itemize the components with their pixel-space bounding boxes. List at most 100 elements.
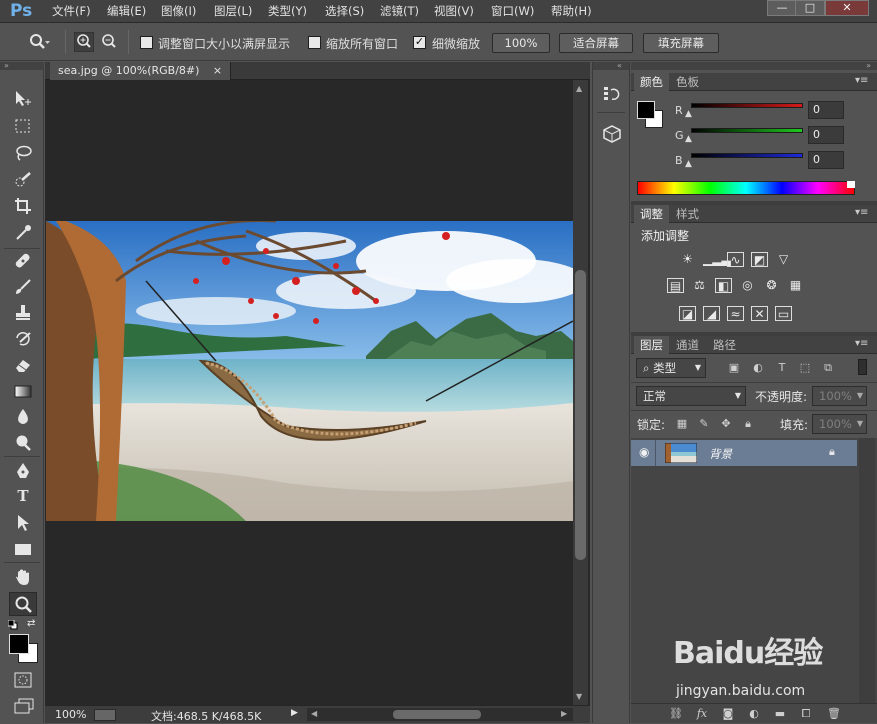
eraser-tool-icon[interactable]: [14, 356, 32, 374]
3d-panel-icon[interactable]: [602, 124, 622, 144]
close-window-button[interactable]: ✕: [825, 0, 869, 16]
horizontal-scroll-thumb[interactable]: [393, 710, 481, 719]
gradient-map-icon[interactable]: ▭: [775, 306, 792, 321]
blend-mode-dropdown[interactable]: 正常 ▼: [636, 386, 746, 406]
layer-name[interactable]: 背景: [709, 446, 732, 462]
scroll-up-icon[interactable]: ▲: [576, 84, 582, 93]
clone-stamp-tool-icon[interactable]: [14, 304, 32, 322]
opacity-field[interactable]: 100% ▼: [812, 386, 867, 406]
rectangle-tool-icon[interactable]: [14, 540, 32, 558]
panels-collapse-icon[interactable]: »: [631, 62, 877, 70]
pen-tool-icon[interactable]: [14, 462, 32, 480]
zoom-tool-active[interactable]: [9, 592, 37, 616]
channel-r-slider[interactable]: [691, 103, 803, 108]
scrubby-zoom-checkbox[interactable]: ✓: [413, 36, 426, 49]
layer-filter-dropdown[interactable]: ⌕ 类型 ▼: [636, 358, 706, 378]
eyedropper-tool-icon[interactable]: [14, 224, 32, 242]
spectrum-white-chip[interactable]: [847, 181, 855, 188]
status-preview-icon[interactable]: [94, 709, 116, 721]
link-layers-icon[interactable]: ⛓: [669, 707, 683, 721]
curves-icon[interactable]: ∿: [727, 252, 744, 267]
layer-row[interactable]: ◉ 背景 🔒︎: [631, 440, 857, 466]
filter-shape-icon[interactable]: ⬚: [798, 361, 812, 375]
swap-colors-icon[interactable]: ⇄: [27, 618, 35, 629]
resize-windows-checkbox[interactable]: [140, 36, 153, 49]
menu-edit[interactable]: 编辑(E): [107, 0, 146, 22]
menu-view[interactable]: 视图(V): [434, 0, 474, 22]
tab-channels[interactable]: 通道: [670, 336, 705, 354]
fill-field[interactable]: 100% ▼: [812, 414, 867, 434]
zoom-level[interactable]: 100%: [55, 708, 86, 721]
eye-icon[interactable]: ◉: [639, 445, 649, 459]
zoom-100-button[interactable]: 100%: [492, 33, 550, 53]
scroll-left-icon[interactable]: ◀: [311, 709, 317, 718]
menu-layer[interactable]: 图层(L): [214, 0, 252, 22]
zoom-in-icon[interactable]: [74, 32, 94, 52]
channel-r-thumb-icon[interactable]: ▲: [685, 109, 692, 119]
quick-selection-tool-icon[interactable]: [14, 171, 32, 189]
color-lookup-icon[interactable]: ▦: [787, 278, 804, 293]
menu-select[interactable]: 选择(S): [325, 0, 364, 22]
panel-menu-icon[interactable]: ▾≡: [855, 338, 868, 349]
channel-g-slider[interactable]: [691, 128, 803, 133]
strip-collapse-icon[interactable]: «: [593, 62, 629, 70]
maximize-button[interactable]: □: [795, 0, 825, 16]
close-tab-icon[interactable]: ×: [213, 64, 222, 77]
tab-color[interactable]: 颜色: [634, 73, 669, 91]
exposure-icon[interactable]: ◩: [751, 252, 768, 267]
new-layer-icon[interactable]: ⧠: [799, 707, 813, 721]
delete-layer-icon[interactable]: 🗑︎: [827, 707, 841, 721]
document-tab[interactable]: sea.jpg @ 100%(RGB/8#) ×: [50, 62, 232, 80]
levels-icon[interactable]: ▁▂▃: [703, 252, 731, 267]
lasso-tool-icon[interactable]: [14, 144, 32, 162]
channel-g-thumb-icon[interactable]: ▲: [685, 134, 692, 144]
lock-transparent-icon[interactable]: ▦: [675, 417, 689, 431]
threshold-icon[interactable]: ≈: [727, 306, 744, 321]
scroll-right-icon[interactable]: ▶: [561, 709, 567, 718]
black-white-icon[interactable]: ◧: [715, 278, 732, 293]
channel-r-value[interactable]: 0: [808, 101, 844, 119]
lock-all-icon[interactable]: 🔒︎: [741, 417, 755, 431]
gradient-tool-icon[interactable]: [14, 382, 32, 400]
vibrance-icon[interactable]: ▽: [775, 252, 792, 267]
menu-image[interactable]: 图像(I): [161, 0, 196, 22]
zoom-tool-preset-icon[interactable]: [28, 33, 50, 51]
zoom-out-icon[interactable]: [99, 32, 119, 52]
add-mask-icon[interactable]: ◙: [721, 707, 735, 721]
minimize-button[interactable]: —: [767, 0, 797, 16]
panel-menu-icon[interactable]: ▾≡: [855, 75, 868, 86]
new-adjustment-layer-icon[interactable]: ◐: [747, 707, 761, 721]
zoom-tool-icon[interactable]: [10, 593, 36, 615]
filter-adjustment-icon[interactable]: ◐: [751, 361, 765, 375]
zoom-all-windows-checkbox[interactable]: [308, 36, 321, 49]
channel-b-value[interactable]: 0: [808, 151, 844, 169]
selective-color-icon[interactable]: ✕: [751, 306, 768, 321]
filter-pixel-icon[interactable]: ▣: [727, 361, 741, 375]
vertical-scrollbar[interactable]: ▲ ▼: [573, 80, 588, 705]
color-spectrum-bar[interactable]: [637, 181, 855, 195]
invert-icon[interactable]: ◪: [679, 306, 696, 321]
healing-brush-tool-icon[interactable]: [14, 252, 32, 270]
screen-mode-icon[interactable]: [14, 698, 34, 714]
new-group-icon[interactable]: ▬: [773, 707, 787, 721]
hue-saturation-icon[interactable]: ▤: [667, 278, 684, 293]
filter-toggle[interactable]: [858, 359, 867, 375]
foreground-color-swatch[interactable]: [9, 634, 29, 654]
crop-tool-icon[interactable]: [14, 197, 32, 215]
hand-tool-icon[interactable]: [14, 568, 32, 586]
posterize-icon[interactable]: ◢: [703, 306, 720, 321]
tools-collapse-icon[interactable]: »: [0, 62, 44, 70]
color-foreground-swatch[interactable]: [637, 101, 655, 119]
fit-screen-button[interactable]: 适合屏幕: [559, 33, 633, 53]
color-balance-icon[interactable]: ⚖: [691, 278, 708, 293]
menu-window[interactable]: 窗口(W): [491, 0, 534, 22]
dodge-tool-icon[interactable]: [14, 434, 32, 452]
move-tool-icon[interactable]: [14, 90, 32, 108]
path-selection-tool-icon[interactable]: [14, 514, 32, 532]
panel-menu-icon[interactable]: ▾≡: [855, 207, 868, 218]
menu-filter[interactable]: 滤镜(T): [380, 0, 419, 22]
tab-adjustments[interactable]: 调整: [634, 205, 669, 223]
tab-swatches[interactable]: 色板: [670, 73, 705, 91]
menu-type[interactable]: 类型(Y): [268, 0, 307, 22]
lock-position-icon[interactable]: ✥: [719, 417, 733, 431]
